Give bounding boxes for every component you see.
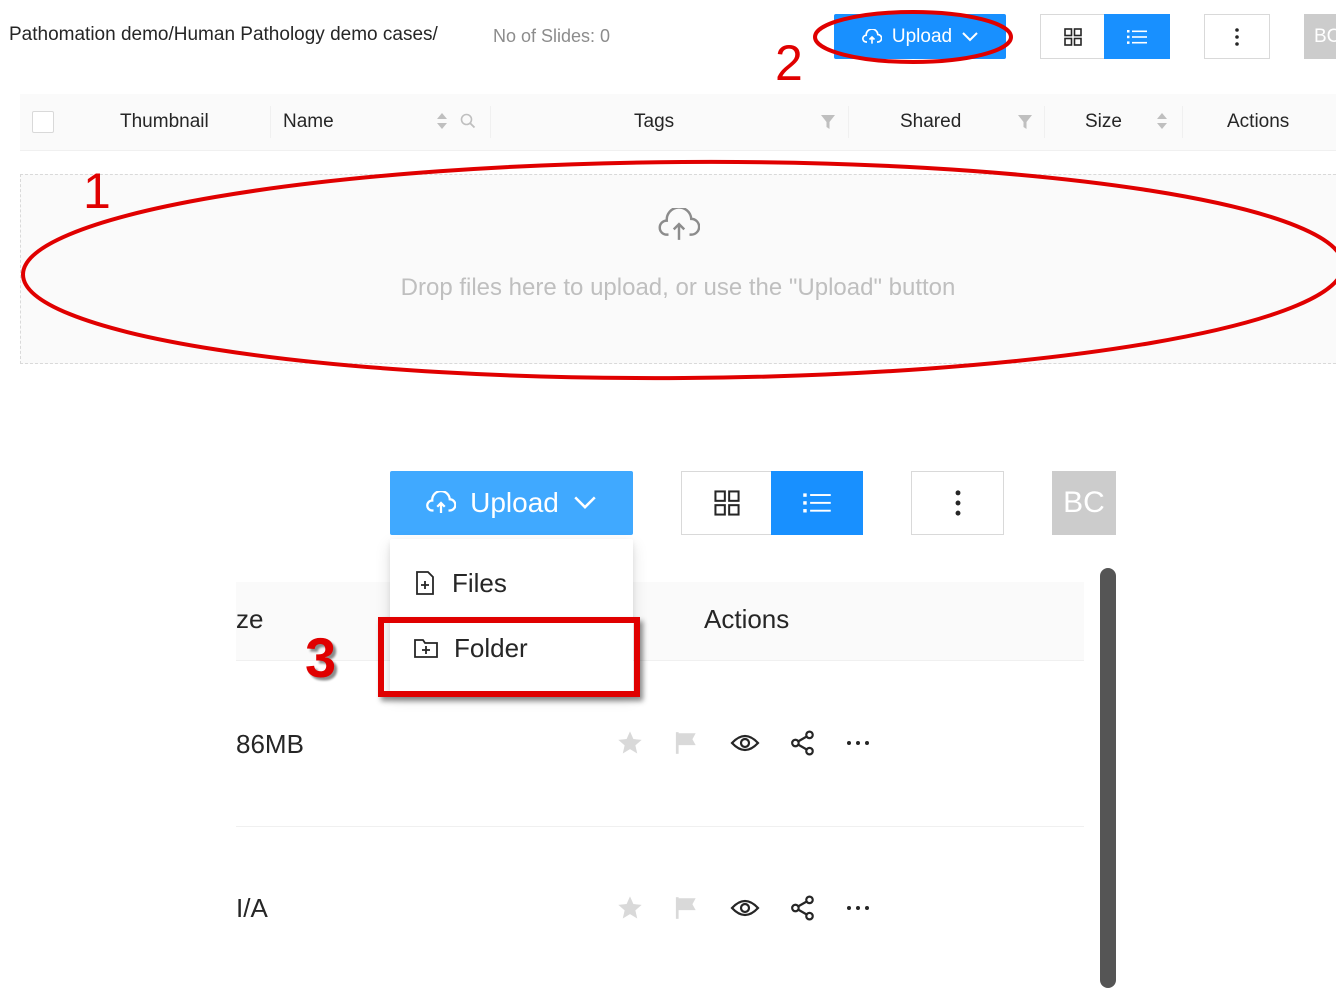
list-icon: [803, 493, 831, 513]
column-tags: Tags: [634, 111, 675, 132]
avatar-zoomed[interactable]: BC: [1052, 471, 1116, 535]
flag-icon[interactable]: [674, 895, 700, 921]
list-view-button[interactable]: [771, 471, 863, 535]
annotation-highlight-box: [378, 617, 640, 697]
flag-icon[interactable]: [674, 730, 700, 756]
view-toggle-zoomed[interactable]: [681, 471, 863, 535]
more-vertical-icon: [955, 490, 960, 516]
star-icon[interactable]: [616, 894, 644, 922]
drop-zone[interactable]: [20, 174, 1336, 364]
annotation-number: 3: [305, 626, 337, 689]
column-name[interactable]: Name: [283, 94, 334, 150]
upload-button[interactable]: Upload: [834, 14, 1006, 59]
column-size-fragment: ze: [236, 604, 264, 634]
column-actions: Actions: [704, 604, 790, 634]
column-size[interactable]: Size: [1085, 94, 1122, 150]
cloud-upload-icon: [426, 491, 457, 513]
grid-view-button[interactable]: [681, 471, 771, 535]
eye-icon[interactable]: [730, 897, 760, 919]
sort-icon[interactable]: [1156, 111, 1168, 131]
eye-icon[interactable]: [730, 732, 760, 754]
breadcrumb[interactable]: Pathomation demo/Human Pathology demo ca…: [9, 24, 438, 46]
column-thumbnail: Thumbnail: [120, 111, 209, 132]
row-size: 86MB: [236, 729, 304, 759]
row-size: I/A: [236, 893, 268, 923]
cloud-upload-icon: [861, 28, 882, 44]
drop-zone-text: Drop files here to upload, or use the "U…: [400, 274, 956, 301]
file-add-icon: [416, 571, 434, 595]
share-icon[interactable]: [790, 895, 816, 921]
annotation-number: 2: [775, 35, 803, 91]
share-icon[interactable]: [790, 730, 816, 756]
table-header-zoomed: ze Actions: [236, 582, 1084, 661]
scrollbar[interactable]: [1100, 568, 1116, 988]
more-horizontal-icon[interactable]: [846, 905, 870, 911]
row-actions: [616, 892, 870, 924]
filter-icon[interactable]: [1017, 113, 1033, 131]
more-options-button[interactable]: [1204, 14, 1270, 59]
avatar[interactable]: BC: [1304, 14, 1336, 59]
row-actions: [616, 727, 870, 759]
slide-count: No of Slides: 0: [493, 26, 611, 46]
table-header: Thumbnail Name Tags Shared Size Actions: [20, 94, 1336, 151]
upload-button-zoomed[interactable]: Upload: [390, 471, 633, 535]
row-divider: [236, 826, 1084, 827]
annotation-number: 1: [83, 163, 111, 219]
star-icon[interactable]: [616, 729, 644, 757]
view-toggle[interactable]: [1040, 14, 1170, 59]
more-vertical-icon: [1235, 27, 1239, 46]
more-options-button-zoomed[interactable]: [911, 471, 1004, 535]
filter-icon[interactable]: [820, 113, 836, 131]
list-view-button[interactable]: [1104, 14, 1170, 59]
cloud-upload-icon: [658, 208, 700, 240]
chevron-down-icon: [574, 496, 596, 509]
grid-icon: [713, 490, 740, 516]
search-icon[interactable]: [460, 113, 476, 129]
upload-label: Upload: [470, 487, 559, 518]
select-all-checkbox[interactable]: [32, 111, 54, 133]
column-actions: Actions: [1227, 111, 1290, 132]
menu-item-files[interactable]: Files: [390, 555, 633, 611]
grid-icon: [1063, 27, 1082, 46]
list-icon: [1127, 29, 1147, 44]
sort-icon[interactable]: [436, 111, 448, 131]
chevron-down-icon: [962, 31, 978, 41]
more-horizontal-icon[interactable]: [846, 740, 870, 746]
column-shared: Shared: [900, 111, 962, 132]
upload-label: Upload: [891, 25, 953, 47]
grid-view-button[interactable]: [1040, 14, 1104, 59]
menu-item-label: Files: [452, 567, 507, 598]
